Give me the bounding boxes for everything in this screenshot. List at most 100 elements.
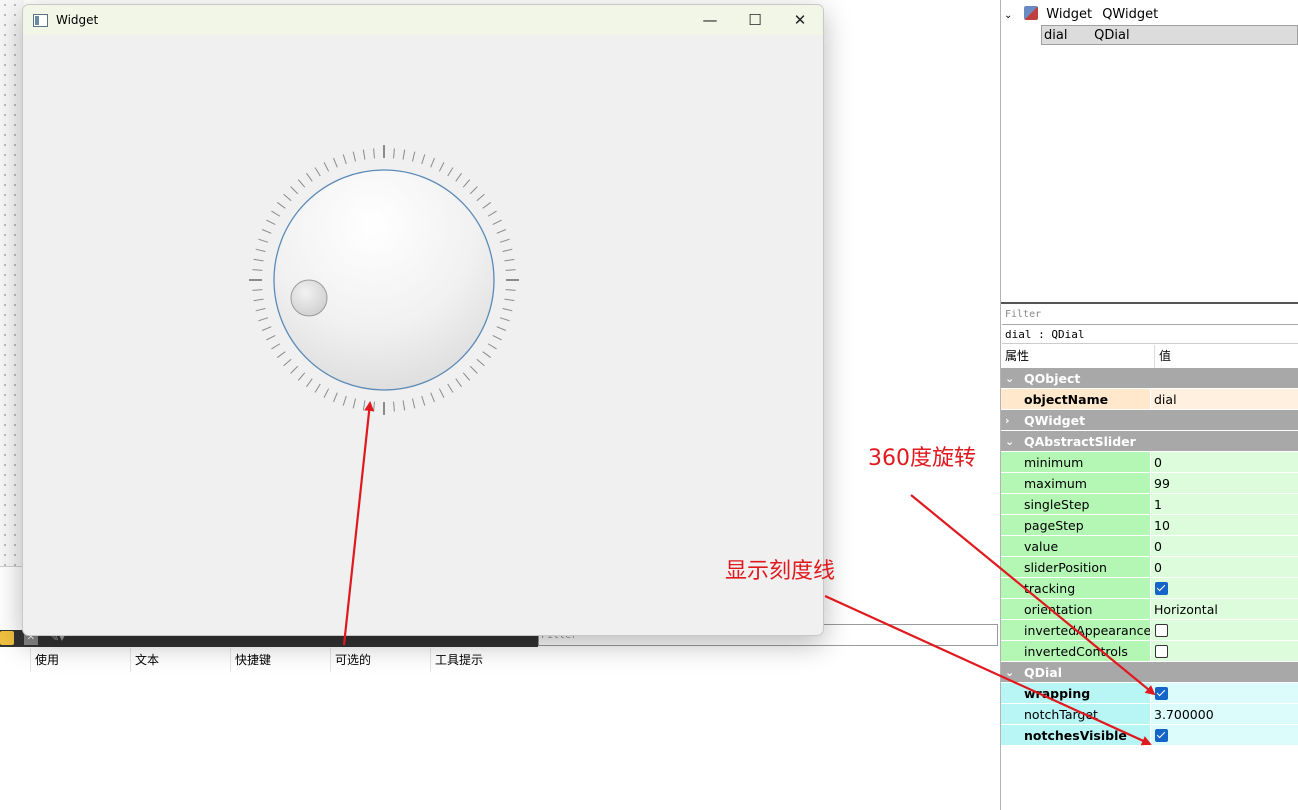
dial-notch	[297, 179, 306, 188]
property-row[interactable]: tracking	[1001, 578, 1298, 599]
dial-notch	[505, 269, 516, 271]
dial-widget[interactable]	[249, 145, 519, 415]
property-name: notchTarget	[1001, 704, 1150, 724]
annotation-notches: 显示刻度线	[725, 559, 836, 584]
chevron-right-icon[interactable]: ›	[1005, 410, 1010, 431]
dial-notch	[482, 351, 492, 358]
chevron-down-icon[interactable]: ⌄	[1005, 662, 1014, 683]
property-name: orientation	[1001, 599, 1150, 619]
dial-notch	[492, 334, 502, 341]
dial-handle[interactable]	[290, 279, 328, 317]
dial-notch	[333, 157, 338, 168]
annotation-rotation: 360度旋转	[868, 446, 976, 471]
column-header[interactable]: 属性	[1005, 345, 1029, 368]
tree-object-name: Widget	[1046, 7, 1093, 22]
column-header[interactable]: 快捷键	[230, 648, 330, 672]
dial-notch	[504, 298, 515, 302]
column-header[interactable]: 文本	[130, 648, 230, 672]
form-grid-background	[0, 0, 24, 566]
property-checkbox[interactable]	[1155, 624, 1168, 637]
property-row[interactable]: objectName dial	[1001, 389, 1298, 410]
dial-svg[interactable]	[249, 145, 519, 415]
property-value[interactable]: 3.700000	[1151, 704, 1298, 724]
property-value[interactable]: 0	[1151, 452, 1298, 472]
property-checkbox[interactable]	[1155, 729, 1168, 742]
property-value[interactable]: 0	[1151, 557, 1298, 577]
chevron-down-icon[interactable]: ⌄	[1005, 368, 1014, 389]
close-button[interactable]: ✕	[777, 5, 823, 35]
column-header[interactable]: 可选的	[330, 648, 430, 672]
column-header[interactable]: 工具提示	[430, 648, 530, 672]
property-object-label: dial : QDial	[1002, 326, 1298, 344]
property-name: tracking	[1001, 578, 1150, 598]
property-checkbox[interactable]	[1155, 582, 1168, 595]
property-value[interactable]: dial	[1151, 389, 1298, 409]
property-value[interactable]: 10	[1151, 515, 1298, 535]
dial-notch	[462, 179, 471, 188]
property-row[interactable]: maximum 99	[1001, 473, 1298, 494]
dial-notch	[271, 343, 281, 350]
property-row[interactable]: pageStep 10	[1001, 515, 1298, 536]
property-value[interactable]: Horizontal	[1151, 599, 1298, 619]
property-value	[1151, 683, 1298, 703]
property-checkbox[interactable]	[1155, 687, 1168, 700]
dial-notch	[482, 202, 492, 209]
dial-notch	[258, 238, 269, 243]
dial-notch	[323, 388, 330, 398]
property-row[interactable]: invertedControls	[1001, 641, 1298, 662]
dial-notch	[252, 269, 263, 271]
property-row[interactable]: value 0	[1001, 536, 1298, 557]
property-group-row[interactable]: QAbstractSlider ⌄	[1001, 431, 1298, 452]
dial-notch	[430, 392, 435, 403]
new-action-icon[interactable]	[0, 631, 14, 645]
dial-notch	[496, 229, 507, 234]
property-name: notchesVisible	[1001, 725, 1150, 745]
dial-notch	[283, 358, 292, 367]
property-filter-input[interactable]: Filter	[1002, 305, 1298, 325]
minimize-button[interactable]: —	[687, 5, 733, 35]
property-row[interactable]: wrapping	[1001, 683, 1298, 704]
dial-notch	[438, 388, 445, 398]
property-row[interactable]: sliderPosition 0	[1001, 557, 1298, 578]
title-bar[interactable]: Widget — ☐ ✕	[23, 5, 823, 35]
column-header[interactable]: 值	[1154, 345, 1171, 368]
property-value[interactable]: 99	[1151, 473, 1298, 493]
property-value[interactable]: 0	[1151, 536, 1298, 556]
tree-item-dial[interactable]: dial QDial	[1041, 25, 1298, 45]
property-value	[1151, 578, 1298, 598]
dial-notch	[487, 343, 497, 350]
widget-icon	[1024, 6, 1039, 20]
property-row[interactable]: notchesVisible	[1001, 725, 1298, 746]
property-group-row[interactable]: QObject ⌄	[1001, 368, 1298, 389]
dial-notch	[333, 392, 338, 403]
dial-notch	[266, 219, 276, 226]
maximize-button[interactable]: ☐	[732, 5, 778, 35]
dial-notch	[253, 298, 264, 302]
chevron-down-icon[interactable]: ⌄	[1004, 6, 1018, 26]
dial-notch	[393, 401, 395, 412]
dial-notch	[276, 351, 286, 358]
column-header[interactable]: 使用	[30, 648, 130, 672]
property-value[interactable]: 1	[1151, 494, 1298, 514]
property-name: invertedAppearance	[1001, 620, 1150, 640]
tree-item-widget[interactable]: ⌄ Widget QWidget	[1004, 5, 1158, 25]
property-row[interactable]: minimum 0	[1001, 452, 1298, 473]
divider	[0, 566, 24, 567]
property-name: singleStep	[1001, 494, 1150, 514]
property-checkbox[interactable]	[1155, 645, 1168, 658]
property-row[interactable]: singleStep 1	[1001, 494, 1298, 515]
chevron-down-icon[interactable]: ⌄	[1005, 431, 1014, 452]
property-row[interactable]: notchTarget 3.700000	[1001, 704, 1298, 725]
dial-notch	[373, 401, 375, 412]
property-row[interactable]: invertedAppearance	[1001, 620, 1298, 641]
dial-notch	[402, 149, 406, 160]
property-group-row[interactable]: QDial ⌄	[1001, 662, 1298, 683]
property-group-row[interactable]: QWidget ›	[1001, 410, 1298, 431]
dial-notch	[342, 154, 347, 165]
dial-notch	[505, 289, 516, 291]
tree-class-name: QWidget	[1102, 7, 1159, 22]
property-row[interactable]: orientation Horizontal	[1001, 599, 1298, 620]
property-name: objectName	[1001, 389, 1150, 409]
property-group-label: QAbstractSlider	[1024, 434, 1136, 449]
dial-notch	[447, 383, 454, 393]
